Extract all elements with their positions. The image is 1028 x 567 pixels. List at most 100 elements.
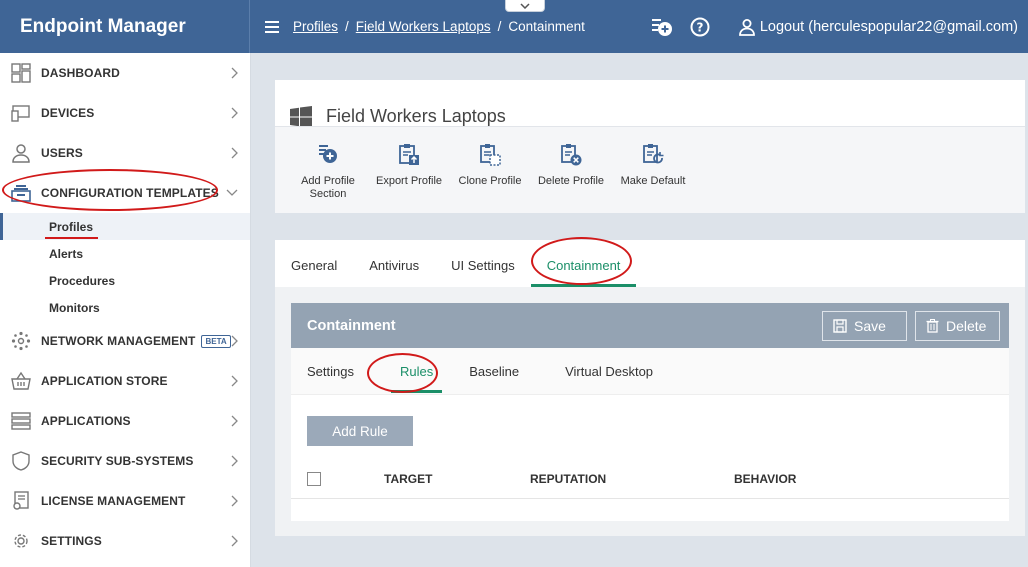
- subtab-rules[interactable]: Rules: [390, 364, 443, 393]
- help-button[interactable]: ?: [688, 15, 712, 39]
- sidebar-item-label: SECURITY SUB-SYSTEMS: [41, 454, 194, 468]
- highlight-underline: [45, 237, 98, 239]
- sidebar-item-configuration-templates[interactable]: CONFIGURATION TEMPLATES: [0, 173, 250, 213]
- sidebar-item-label: SETTINGS: [41, 534, 102, 548]
- column-reputation[interactable]: REPUTATION: [530, 472, 606, 486]
- breadcrumb-profiles-link[interactable]: Profiles: [293, 19, 338, 34]
- sidebar-item-users[interactable]: USERS: [0, 133, 250, 173]
- windows-icon: [290, 105, 312, 128]
- top-bar: Endpoint Manager Profiles / Field Worker…: [0, 0, 1028, 53]
- subtab-settings[interactable]: Settings: [307, 364, 360, 379]
- sidebar-item-label: CONFIGURATION TEMPLATES: [41, 186, 219, 200]
- sidebar-subitem-profiles[interactable]: Profiles: [0, 213, 250, 240]
- rules-table-header: TARGET REPUTATION BEHAVIOR: [291, 459, 1009, 499]
- add-rule-button[interactable]: Add Rule: [307, 416, 413, 446]
- chevron-right-icon: [231, 107, 238, 119]
- add-button[interactable]: [650, 15, 674, 39]
- sidebar-subitem-label: Procedures: [49, 273, 116, 288]
- chevron-down-icon: [520, 2, 530, 9]
- user-icon: [0, 143, 41, 163]
- sidebar-item-label: NETWORK MANAGEMENT: [41, 334, 196, 348]
- sidebar-item-label: USERS: [41, 146, 83, 160]
- tab-antivirus[interactable]: Antivirus: [353, 258, 435, 287]
- sidebar: DASHBOARD DEVICES USERS CONFIGURATION TE…: [0, 53, 251, 567]
- app-title: Endpoint Manager: [0, 0, 250, 53]
- tab-ui-settings[interactable]: UI Settings: [435, 258, 531, 287]
- sidebar-subitem-monitors[interactable]: Monitors: [0, 294, 250, 321]
- hamburger-icon: [265, 20, 279, 33]
- shield-icon: [0, 451, 41, 471]
- subtab-virtual-desktop[interactable]: Virtual Desktop: [559, 364, 659, 379]
- sidebar-item-application-store[interactable]: APPLICATION STORE: [0, 361, 250, 401]
- add-circle-icon: [651, 18, 672, 36]
- sidebar-item-label: APPLICATION STORE: [41, 374, 168, 388]
- gear-icon: [0, 531, 41, 551]
- save-button[interactable]: Save: [822, 311, 907, 341]
- delete-profile-button[interactable]: Delete Profile: [530, 143, 612, 213]
- sidebar-subitem-label: Profiles: [49, 219, 94, 234]
- applications-icon: [0, 411, 41, 431]
- make-default-button[interactable]: Make Default: [612, 143, 694, 213]
- sidebar-item-license-management[interactable]: LICENSE MANAGEMENT: [0, 481, 250, 521]
- basket-icon: [0, 371, 41, 391]
- make-default-icon: [643, 144, 664, 164]
- user-icon: [738, 18, 755, 36]
- tab-containment[interactable]: Containment: [530, 258, 637, 287]
- menu-toggle-button[interactable]: [251, 20, 293, 33]
- subtab-baseline[interactable]: Baseline: [463, 364, 525, 379]
- sidebar-item-label: DASHBOARD: [41, 66, 120, 80]
- sidebar-item-label: APPLICATIONS: [41, 414, 131, 428]
- sidebar-item-label: LICENSE MANAGEMENT: [41, 494, 186, 508]
- sidebar-item-label: DEVICES: [41, 106, 95, 120]
- breadcrumb-profile-link[interactable]: Field Workers Laptops: [356, 19, 491, 34]
- export-profile-button[interactable]: Export Profile: [368, 143, 450, 213]
- tab-general[interactable]: General: [291, 258, 353, 287]
- logout-label: Logout (herculespopular22@gmail.com): [759, 18, 1018, 35]
- network-icon: [0, 331, 41, 351]
- sidebar-subitem-procedures[interactable]: Procedures: [0, 267, 250, 294]
- chevron-right-icon: [231, 455, 238, 467]
- collapse-header-button[interactable]: [505, 0, 545, 12]
- chevron-right-icon: [231, 335, 238, 347]
- dashboard-icon: [0, 63, 41, 83]
- column-behavior[interactable]: BEHAVIOR: [734, 472, 796, 486]
- containment-section: Containment Save Delete Settings Rules B…: [291, 303, 1009, 521]
- svg-text:?: ?: [696, 20, 703, 34]
- beta-badge: BETA: [201, 334, 231, 348]
- delete-button[interactable]: Delete: [915, 311, 1000, 341]
- logout-link[interactable]: Logout (herculespopular22@gmail.com): [738, 18, 1018, 36]
- chevron-right-icon: [231, 415, 238, 427]
- breadcrumb: Profiles / Field Workers Laptops / Conta…: [293, 19, 585, 34]
- profile-tabs: General Antivirus UI Settings Containmen…: [275, 240, 1025, 287]
- sidebar-item-devices[interactable]: DEVICES: [0, 93, 250, 133]
- templates-icon: [0, 183, 41, 203]
- trash-icon: [926, 319, 939, 333]
- section-title: Containment: [307, 317, 396, 334]
- sidebar-item-applications[interactable]: APPLICATIONS: [0, 401, 250, 441]
- chevron-right-icon: [231, 67, 238, 79]
- chevron-right-icon: [231, 535, 238, 547]
- add-profile-section-button[interactable]: Add Profile Section: [288, 143, 368, 213]
- clone-profile-button[interactable]: Clone Profile: [450, 143, 530, 213]
- profile-tabs-panel: General Antivirus UI Settings Containmen…: [275, 240, 1025, 536]
- containment-subtabs: Settings Rules Baseline Virtual Desktop: [291, 348, 1009, 395]
- help-icon: ?: [690, 17, 710, 36]
- chevron-down-icon: [226, 189, 238, 196]
- sidebar-subitem-alerts[interactable]: Alerts: [0, 240, 250, 267]
- add-section-icon: [319, 145, 337, 163]
- sidebar-item-settings[interactable]: SETTINGS: [0, 521, 250, 561]
- clone-icon: [480, 144, 501, 166]
- delete-icon: [561, 144, 582, 166]
- column-target[interactable]: TARGET: [384, 472, 432, 486]
- main-content: Field Workers Laptops Add Profile Sectio…: [251, 53, 1028, 567]
- containment-header: Containment Save Delete: [291, 303, 1009, 348]
- profile-title: Field Workers Laptops: [326, 106, 506, 126]
- export-icon: [399, 144, 419, 165]
- sidebar-item-network-management[interactable]: NETWORK MANAGEMENT BETA: [0, 321, 250, 361]
- sidebar-item-dashboard[interactable]: DASHBOARD: [0, 53, 250, 93]
- chevron-right-icon: [231, 147, 238, 159]
- save-icon: [833, 319, 847, 333]
- select-all-checkbox[interactable]: [307, 471, 321, 486]
- sidebar-item-security-sub-systems[interactable]: SECURITY SUB-SYSTEMS: [0, 441, 250, 481]
- chevron-right-icon: [231, 495, 238, 507]
